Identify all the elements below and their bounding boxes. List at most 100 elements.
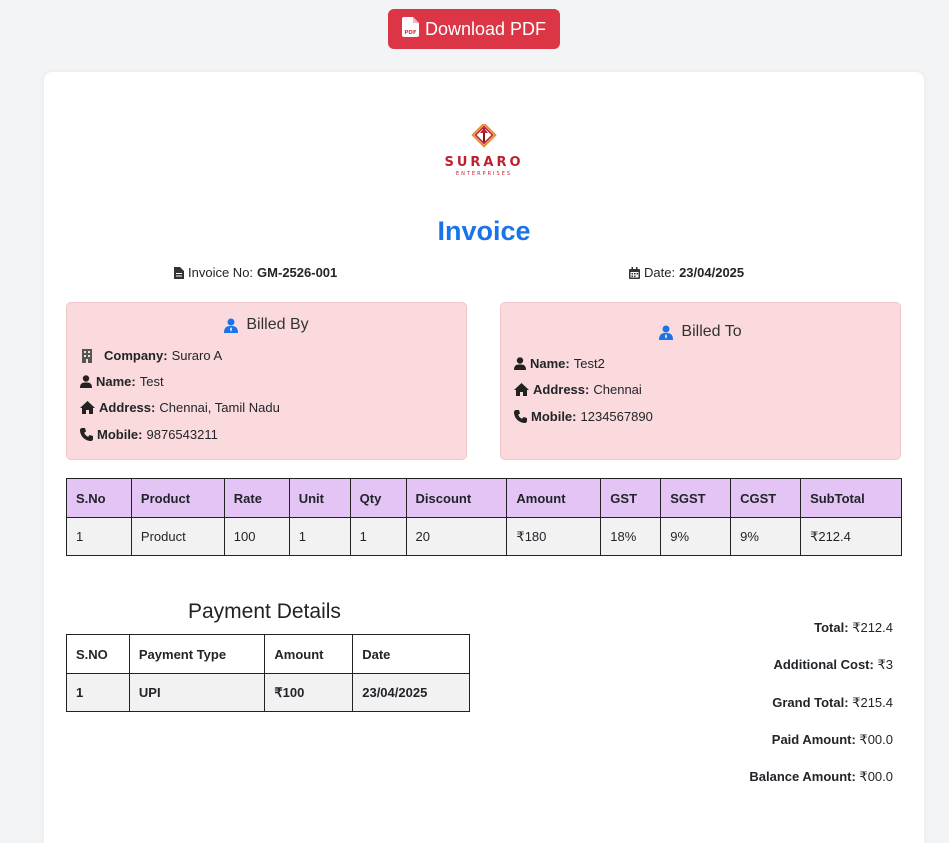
user-icon: [514, 357, 526, 370]
column-header: S.NO: [66, 634, 130, 674]
table-cell: ₹100: [264, 673, 354, 712]
grand-total-label: Grand Total:: [772, 695, 849, 710]
table-cell: 1: [66, 673, 130, 712]
phone-icon: [80, 428, 93, 441]
billed-by-company-value: Suraro A: [171, 348, 223, 363]
invoice-title: Invoice: [437, 216, 531, 246]
billed-to-name-value: Test2: [573, 356, 605, 371]
user-tie-icon: [659, 325, 674, 340]
column-header: SubTotal: [800, 478, 902, 518]
items-table: S.No Product Rate Unit Qty Discount Amou…: [66, 478, 902, 556]
total-label: Total:: [814, 620, 849, 635]
billed-by-company: Company: Suraro A: [80, 348, 222, 363]
logo-emblem-icon: [471, 122, 497, 148]
billed-by-name-label: Name:: [96, 374, 136, 389]
payment-details-title: Payment Details: [188, 600, 341, 623]
billed-to-heading: Billed To: [501, 323, 900, 341]
logo-tagline: ENTERPRISES: [455, 171, 513, 177]
table-cell: UPI: [128, 673, 266, 712]
billed-to-name-label: Name:: [530, 356, 570, 371]
invoice-number: Invoice No: GM-2526-001: [174, 265, 337, 280]
table-cell: 1: [349, 517, 407, 556]
paid-amount-value: ₹00.0: [859, 732, 893, 747]
table-cell: 20: [405, 517, 508, 556]
items-table-header-row: S.No Product Rate Unit Qty Discount Amou…: [66, 478, 902, 518]
download-pdf-button[interactable]: PDF Download PDF: [387, 9, 561, 49]
invoice-number-value: GM-2526-001: [257, 265, 338, 280]
billed-by-heading-text: Billed By: [246, 316, 309, 333]
table-row: 1 Product 100 1 1 20 ₹180 18% 9% 9% ₹212…: [66, 517, 902, 556]
table-cell: 1: [66, 517, 132, 556]
toolbar: PDF Download PDF: [0, 9, 949, 49]
column-header: Date: [352, 634, 470, 674]
billed-to-heading-text: Billed To: [681, 323, 742, 340]
additional-cost-line: Additional Cost: ₹3: [773, 657, 893, 673]
column-header: Amount: [264, 634, 354, 674]
table-cell: 23/04/2025: [352, 673, 470, 712]
table-cell: 18%: [600, 517, 662, 556]
billed-to-address-value: Chennai: [593, 382, 642, 397]
svg-text:PDF: PDF: [404, 30, 417, 36]
company-logo: SURARO ENTERPRISES: [44, 122, 924, 177]
invoice-date: Date: 23/04/2025: [629, 265, 744, 280]
billed-to-mobile: Mobile: 1234567890: [514, 409, 653, 424]
file-icon: [174, 266, 184, 279]
payment-table-header-row: S.NO Payment Type Amount Date: [66, 634, 470, 674]
billed-by-mobile-label: Mobile:: [97, 427, 143, 442]
balance-amount-value: ₹00.0: [859, 769, 893, 784]
billed-by-company-label: Company:: [104, 348, 168, 363]
column-header: CGST: [730, 478, 802, 518]
billed-to-mobile-value: 1234567890: [580, 409, 653, 424]
billed-by-name: Name: Test: [80, 374, 164, 389]
home-icon: [80, 401, 95, 414]
user-icon: [80, 375, 92, 388]
column-header: Amount: [506, 478, 602, 518]
additional-cost-value: ₹3: [877, 657, 893, 672]
grand-total-line: Grand Total: ₹215.4: [772, 695, 893, 711]
billed-to-mobile-label: Mobile:: [531, 409, 577, 424]
column-header: Rate: [223, 478, 290, 518]
invoice-date-label: Date:: [644, 265, 676, 280]
billed-by-mobile: Mobile: 9876543211: [80, 427, 218, 442]
table-cell: ₹212.4: [800, 517, 902, 556]
additional-cost-label: Additional Cost:: [773, 657, 874, 672]
table-cell: ₹180: [506, 517, 602, 556]
grand-total-value: ₹215.4: [852, 695, 893, 710]
paid-amount-label: Paid Amount:: [771, 732, 856, 747]
invoice-card: SURARO ENTERPRISES Invoice Invoice No: G…: [44, 72, 924, 843]
phone-icon: [514, 410, 527, 423]
home-icon: [514, 383, 529, 396]
billed-by-address-label: Address:: [99, 400, 156, 415]
column-header: Unit: [288, 478, 351, 518]
billed-to-address-label: Address:: [533, 382, 590, 397]
table-cell: 9%: [730, 517, 802, 556]
billed-by-address: Address: Chennai, Tamil Nadu: [80, 400, 280, 415]
payment-table: S.NO Payment Type Amount Date 1 UPI ₹100…: [66, 634, 470, 712]
column-header: Payment Type: [128, 634, 266, 674]
table-cell: 9%: [660, 517, 732, 556]
billed-by-name-value: Test: [139, 374, 164, 389]
billed-to-address: Address: Chennai: [514, 382, 642, 397]
calendar-icon: [629, 266, 640, 279]
table-cell: 100: [223, 517, 290, 556]
column-header: GST: [600, 478, 662, 518]
total-line: Total: ₹212.4: [814, 620, 893, 636]
balance-amount-line: Balance Amount: ₹00.0: [749, 769, 893, 785]
table-cell: 1: [288, 517, 351, 556]
paid-amount-line: Paid Amount: ₹00.0: [772, 732, 893, 748]
building-icon: [82, 348, 92, 363]
total-value: ₹212.4: [852, 620, 893, 635]
billed-to-panel: Billed To Name: Test2 Address: Chennai M…: [500, 302, 901, 460]
invoice-date-value: 23/04/2025: [679, 265, 745, 280]
balance-amount-label: Balance Amount:: [749, 769, 856, 784]
column-header: Product: [130, 478, 225, 518]
invoice-number-label: Invoice No:: [188, 265, 254, 280]
column-header: Discount: [405, 478, 508, 518]
download-pdf-label: Download PDF: [424, 18, 547, 39]
billed-by-panel: Billed By Company: Suraro A Name: Test A…: [66, 302, 467, 460]
column-header: SGST: [660, 478, 732, 518]
billed-by-heading: Billed By: [67, 316, 466, 334]
column-header: Qty: [349, 478, 407, 518]
billed-by-mobile-value: 9876543211: [146, 427, 218, 442]
pdf-file-icon: PDF: [401, 16, 419, 42]
